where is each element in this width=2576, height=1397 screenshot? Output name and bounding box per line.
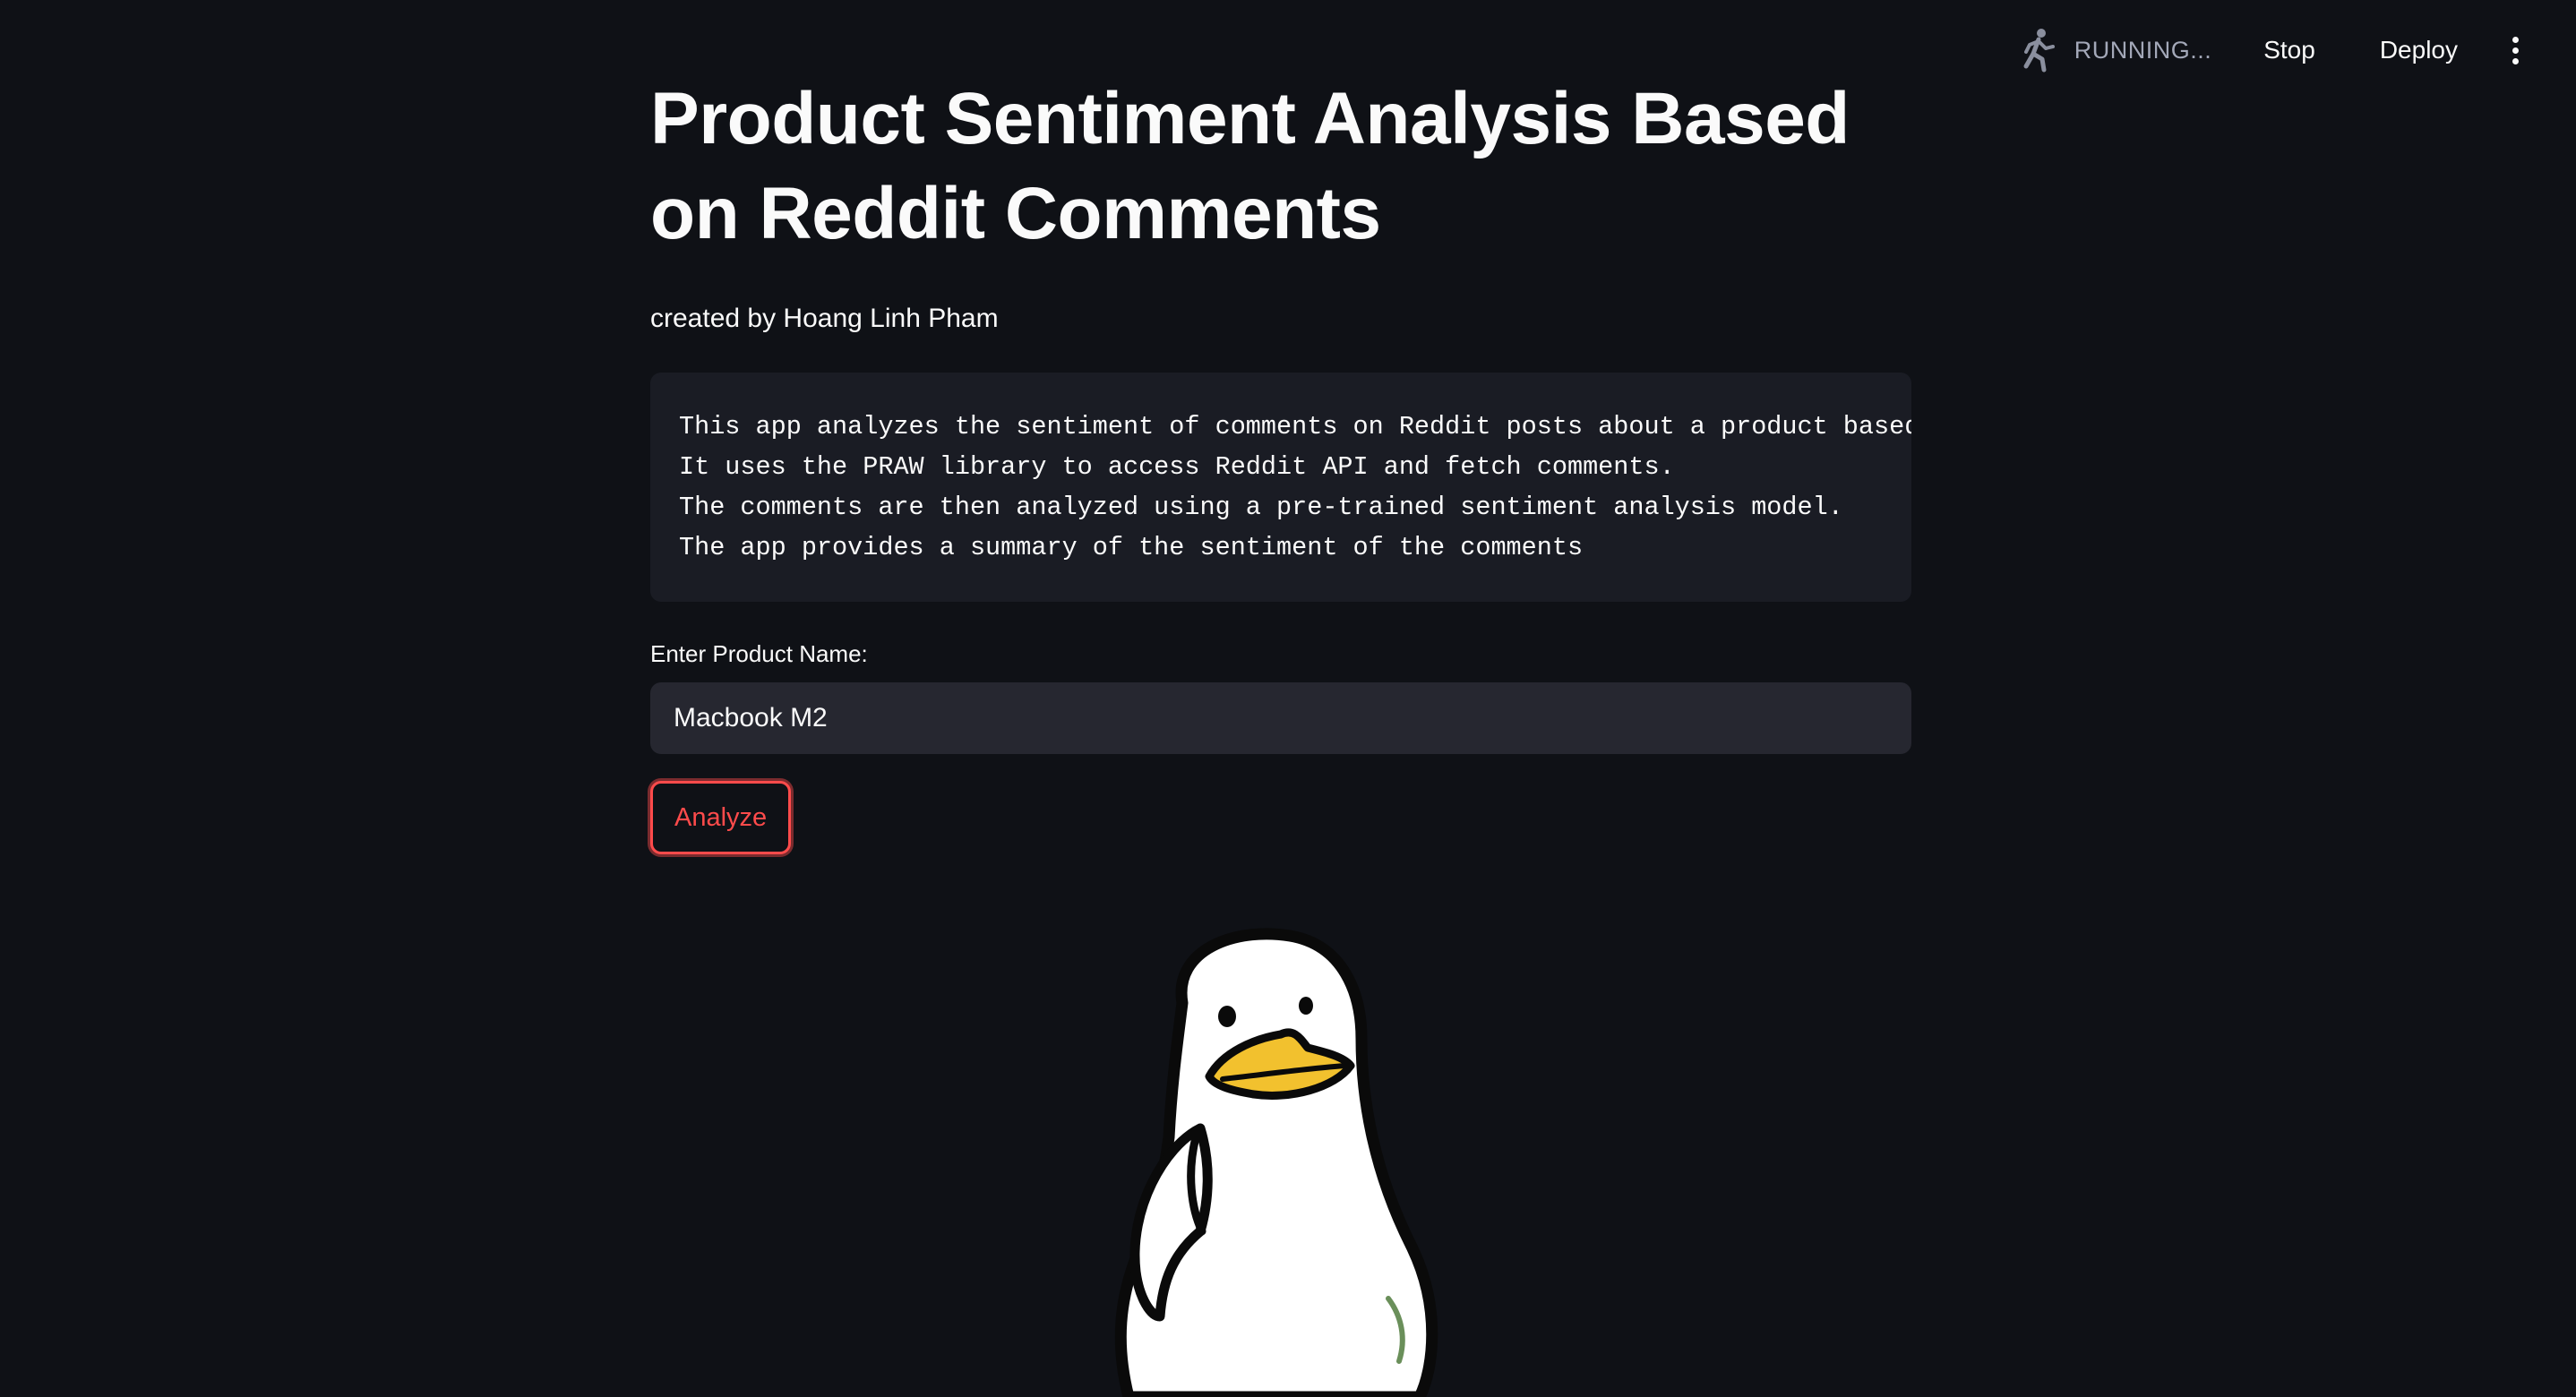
duck-mascot-icon bbox=[1114, 928, 1438, 1397]
description-line: The comments are then analyzed using a p… bbox=[679, 493, 1843, 522]
deploy-button[interactable]: Deploy bbox=[2367, 29, 2470, 72]
description-line: The app provides a summary of the sentim… bbox=[679, 533, 1584, 562]
running-status-label: RUNNING... bbox=[2074, 36, 2212, 64]
running-man-icon bbox=[2023, 29, 2055, 73]
description-line: This app analyzes the sentiment of comme… bbox=[679, 412, 1911, 441]
main-content: Product Sentiment Analysis Based on Redd… bbox=[650, 72, 1911, 854]
analyze-button[interactable]: Analyze bbox=[650, 781, 792, 854]
product-name-label: Enter Product Name: bbox=[650, 640, 868, 667]
stop-button[interactable]: Stop bbox=[2251, 29, 2328, 72]
description-code-block: This app analyzes the sentiment of comme… bbox=[650, 373, 1911, 602]
description-line: It uses the PRAW library to access Reddi… bbox=[679, 452, 1675, 482]
author-subtitle: created by Hoang Linh Pham bbox=[650, 304, 999, 333]
page-title-line-1: Product Sentiment Analysis Based bbox=[650, 78, 1850, 159]
vertical-ellipsis-icon bbox=[2512, 36, 2519, 43]
page-title-line-2: on Reddit Comments bbox=[650, 173, 1381, 254]
main-menu-button[interactable] bbox=[2497, 25, 2533, 75]
page-title: Product Sentiment Analysis Based on Redd… bbox=[650, 72, 1911, 261]
top-toolbar: RUNNING... Stop Deploy bbox=[2017, 21, 2533, 79]
product-name-input[interactable] bbox=[650, 682, 1911, 754]
